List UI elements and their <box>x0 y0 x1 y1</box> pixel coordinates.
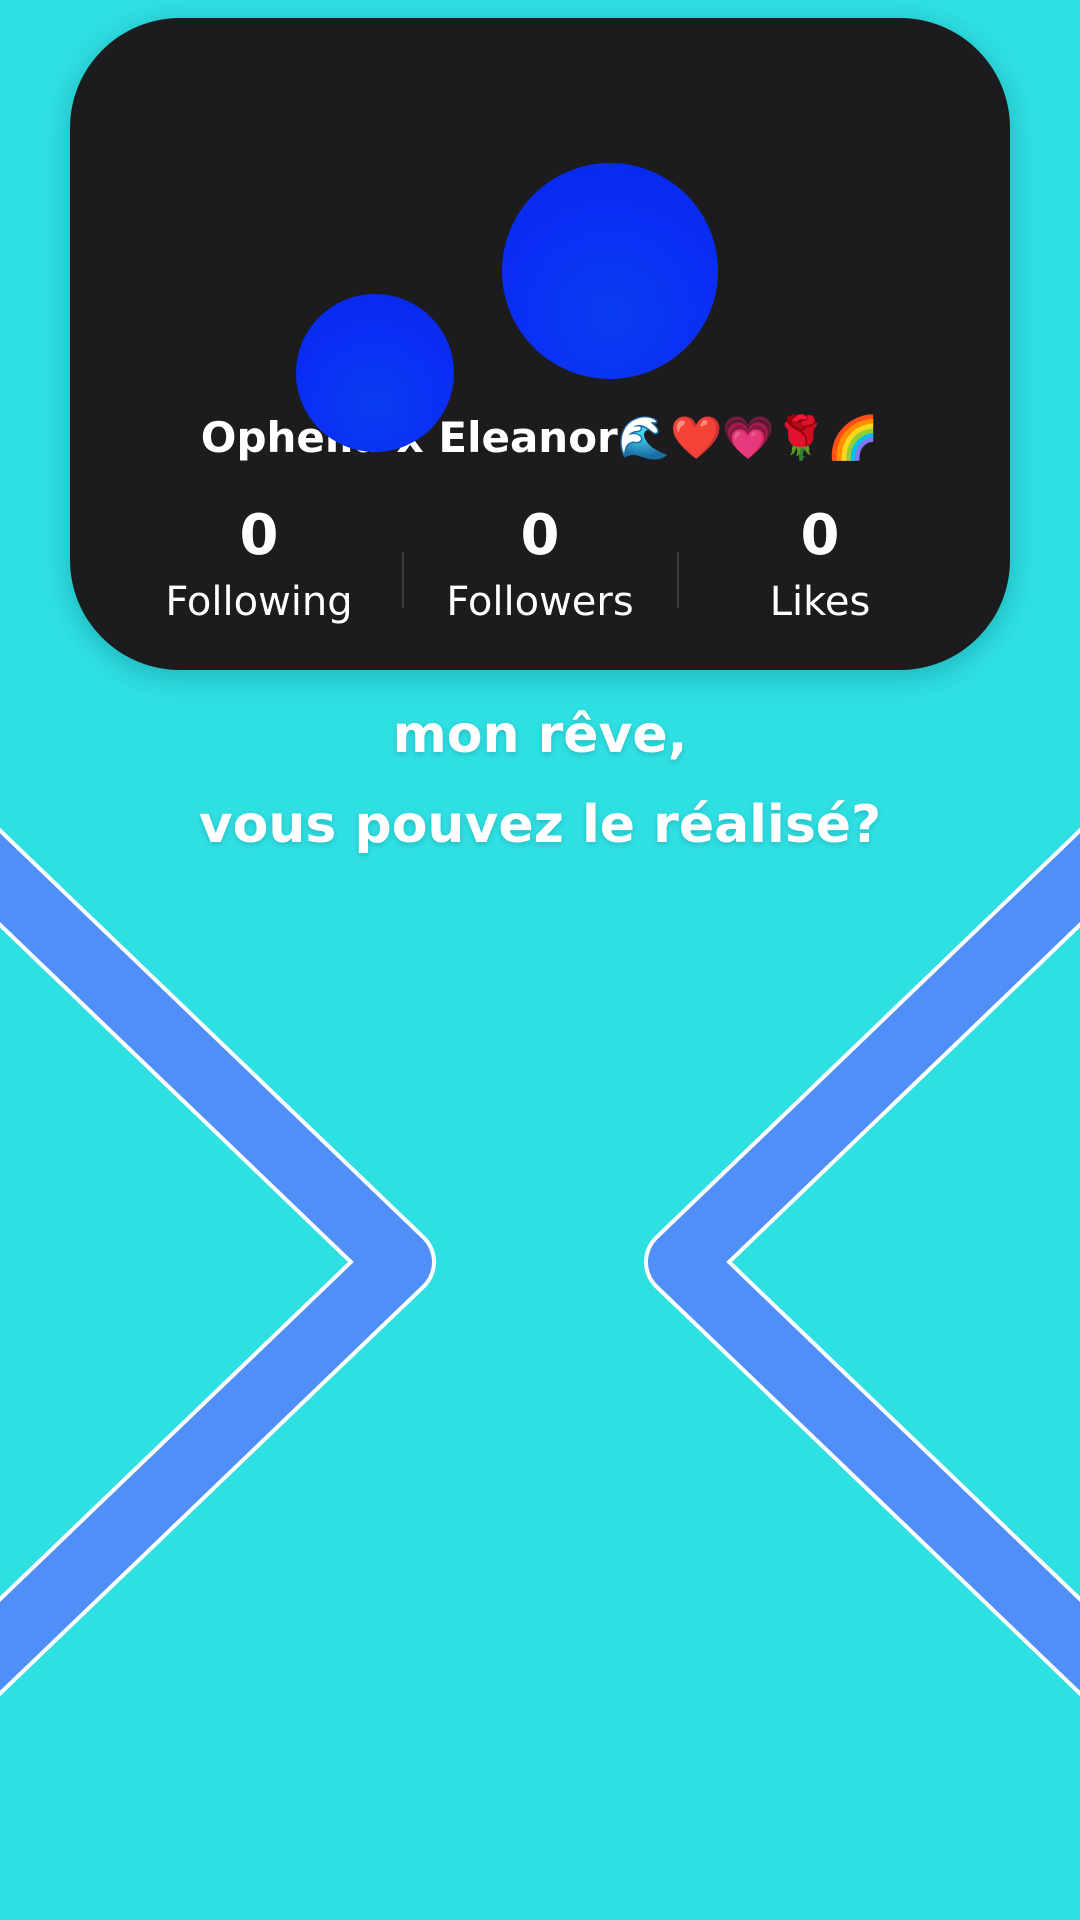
video-caption: mon rêve, vous pouvez le réalisé? <box>0 690 1080 870</box>
caption-line: mon rêve, <box>392 705 688 765</box>
video-frame: Ophelia x Eleanor🌊❤️💗🌹🌈 0 Following 0 Fo… <box>0 0 1080 1920</box>
stat-label: Likes <box>769 579 871 625</box>
stat-likes[interactable]: 0 Likes <box>690 500 950 630</box>
stat-following[interactable]: 0 Following <box>129 500 389 630</box>
stat-label: Following <box>165 579 353 625</box>
stat-label: Followers <box>446 579 634 625</box>
avatar-secondary[interactable] <box>296 294 454 452</box>
caption-line: vous pouvez le réalisé? <box>198 795 882 855</box>
stat-value: 0 <box>800 503 840 568</box>
profile-card: Ophelia x Eleanor🌊❤️💗🌹🌈 0 Following 0 Fo… <box>70 18 1010 670</box>
avatar[interactable] <box>502 163 718 379</box>
stat-value: 0 <box>239 503 279 568</box>
profile-stats: 0 Following 0 Followers 0 Likes <box>70 500 1010 640</box>
profile-username: Ophelia x Eleanor🌊❤️💗🌹🌈 <box>200 413 880 462</box>
stat-followers[interactable]: 0 Followers <box>410 500 670 630</box>
stat-value: 0 <box>520 503 560 568</box>
stat-divider <box>402 552 404 608</box>
stat-divider <box>677 552 679 608</box>
